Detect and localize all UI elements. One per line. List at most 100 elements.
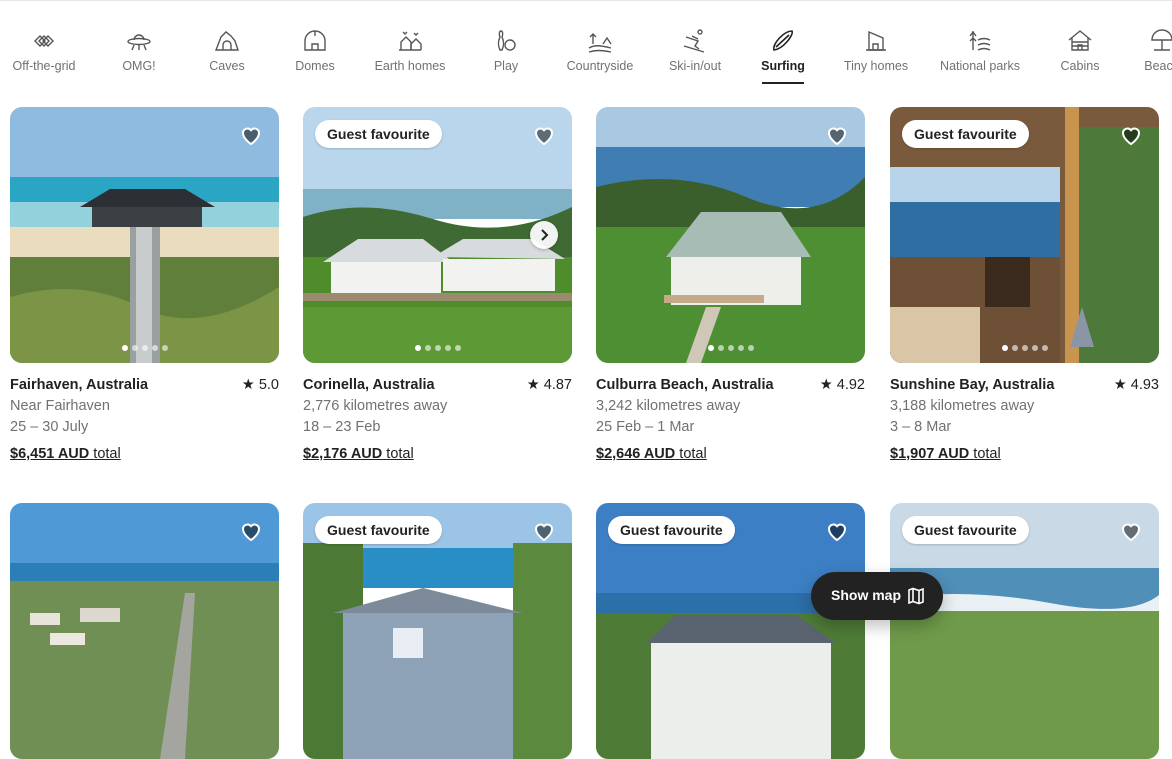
category-off-the-grid[interactable]: Off-the-grid (0, 28, 94, 73)
listing-dates: 25 Feb – 1 Mar (596, 419, 695, 435)
listing-dates: 3 – 8 Mar (890, 419, 952, 435)
listing-photo[interactable]: Guest favourite (890, 107, 1159, 363)
listing-photo[interactable]: Guest favourite (303, 107, 572, 363)
category-label: National parks (940, 59, 1020, 73)
show-map-label: Show map (831, 587, 902, 603)
category-national-parks[interactable]: National parks (930, 28, 1030, 73)
heart-icon[interactable] (1119, 519, 1143, 543)
listing-photo[interactable]: Guest favourite (890, 503, 1159, 759)
map-icon (908, 587, 924, 605)
bowling-icon (497, 30, 516, 51)
star-icon: ★ (819, 377, 833, 393)
heart-icon[interactable] (532, 123, 556, 147)
listing-subtitle: 3,188 kilometres away (890, 398, 1035, 414)
guest-favourite-badge: Guest favourite (902, 516, 1029, 544)
listing-subtitle: Near Fairhaven (10, 398, 110, 414)
heart-icon[interactable] (532, 519, 556, 543)
price-amount: $2,176 AUD (303, 446, 383, 462)
category-ski-in-out[interactable]: Ski-in/out (645, 28, 745, 73)
category-label: OMG! (122, 59, 156, 73)
heart-icon[interactable] (239, 123, 263, 147)
cabin-icon (1068, 30, 1092, 51)
listing-photo[interactable]: Guest favourite (596, 503, 865, 759)
listing-rating: ★ 5.0 (242, 375, 279, 396)
category-domes[interactable]: Domes (265, 28, 365, 73)
listing-rating: ★ 4.92 (820, 375, 865, 396)
earth-home-icon (399, 31, 422, 51)
heart-icon[interactable] (825, 519, 849, 543)
category-tiny-homes[interactable]: Tiny homes (826, 28, 926, 73)
header-divider (0, 0, 1172, 1)
listing-price[interactable]: $1,907 AUD total (890, 444, 1159, 465)
guest-favourite-badge: Guest favourite (608, 516, 735, 544)
ufo-icon (127, 34, 151, 51)
listing-card[interactable]: Guest favourite (596, 503, 865, 759)
guest-favourite-badge: Guest favourite (902, 120, 1029, 148)
skier-icon (683, 29, 705, 53)
listing-photo[interactable]: Guest favourite (303, 503, 572, 759)
listing-price[interactable]: $2,646 AUD total (596, 444, 865, 465)
show-map-button[interactable]: Show map (811, 572, 943, 620)
national-park-icon (969, 30, 991, 51)
price-suffix: total (93, 446, 121, 462)
guest-favourite-badge: Guest favourite (315, 516, 442, 544)
price-suffix: total (386, 446, 414, 462)
category-countryside[interactable]: Countryside (550, 28, 650, 73)
star-icon: ★ (526, 377, 540, 393)
category-play[interactable]: Play (456, 28, 556, 73)
dome-icon (304, 30, 326, 51)
category-label: Countryside (566, 59, 634, 73)
category-earth-homes[interactable]: Earth homes (360, 28, 460, 73)
carousel-dots (414, 345, 461, 351)
beach-icon (1151, 29, 1172, 51)
listing-photo[interactable] (10, 503, 279, 759)
chevron-right-icon[interactable] (530, 221, 558, 249)
category-bar: Off-the-grid OMG! Caves Domes Earth home… (0, 18, 1172, 93)
rating-value: 5.0 (258, 377, 279, 393)
category-label: Tiny homes (843, 59, 909, 73)
listing-price[interactable]: $2,176 AUD total (303, 444, 572, 465)
listing-card[interactable]: Guest favourite (890, 503, 1159, 759)
category-label: Earth homes (374, 59, 446, 73)
star-icon: ★ (241, 377, 255, 393)
listing-card[interactable] (10, 503, 279, 759)
listing-info: Fairhaven, Australia ★ 5.0 Near Fairhave… (10, 375, 279, 465)
listing-rating: ★ 4.87 (527, 375, 572, 396)
rating-value: 4.93 (1130, 377, 1159, 393)
price-suffix: total (973, 446, 1001, 462)
listing-dates: 25 – 30 July (10, 419, 89, 435)
category-label: Domes (295, 59, 335, 73)
tiny-home-icon (866, 30, 886, 51)
listing-card[interactable]: Guest favourite (303, 503, 572, 759)
listing-location: Fairhaven, Australia (10, 377, 149, 393)
cave-icon (214, 31, 239, 51)
rating-value: 4.87 (543, 377, 572, 393)
listing-card[interactable]: Guest favourite Sunshine Bay, Australia … (890, 107, 1159, 465)
category-omg[interactable]: OMG! (89, 28, 189, 73)
heart-icon[interactable] (825, 123, 849, 147)
price-amount: $2,646 AUD (596, 446, 676, 462)
price-suffix: total (679, 446, 707, 462)
category-surfing[interactable]: Surfing (733, 28, 833, 84)
heart-icon[interactable] (1119, 123, 1143, 147)
listing-photo[interactable] (596, 107, 865, 363)
category-label: Beach (1144, 59, 1172, 73)
listing-card[interactable]: Guest favourite Corinella, Australia ★ 4… (303, 107, 572, 465)
listing-rating: ★ 4.93 (1114, 375, 1159, 396)
listing-price[interactable]: $6,451 AUD total (10, 444, 279, 465)
rating-value: 4.92 (836, 377, 865, 393)
listing-subtitle: 3,242 kilometres away (596, 398, 741, 414)
listing-photo[interactable] (10, 107, 279, 363)
carousel-dots (707, 345, 754, 351)
guest-favourite-badge: Guest favourite (315, 120, 442, 148)
listing-dates: 18 – 23 Feb (303, 419, 381, 435)
category-beach[interactable]: Beach (1112, 28, 1172, 73)
listing-card[interactable]: Fairhaven, Australia ★ 5.0 Near Fairhave… (10, 107, 279, 465)
carousel-dots (1001, 345, 1048, 351)
category-label: Off-the-grid (12, 59, 76, 73)
active-underline (762, 82, 804, 84)
heart-icon[interactable] (239, 519, 263, 543)
listing-card[interactable]: Culburra Beach, Australia ★ 4.92 3,242 k… (596, 107, 865, 465)
price-amount: $1,907 AUD (890, 446, 970, 462)
category-caves[interactable]: Caves (177, 28, 277, 73)
